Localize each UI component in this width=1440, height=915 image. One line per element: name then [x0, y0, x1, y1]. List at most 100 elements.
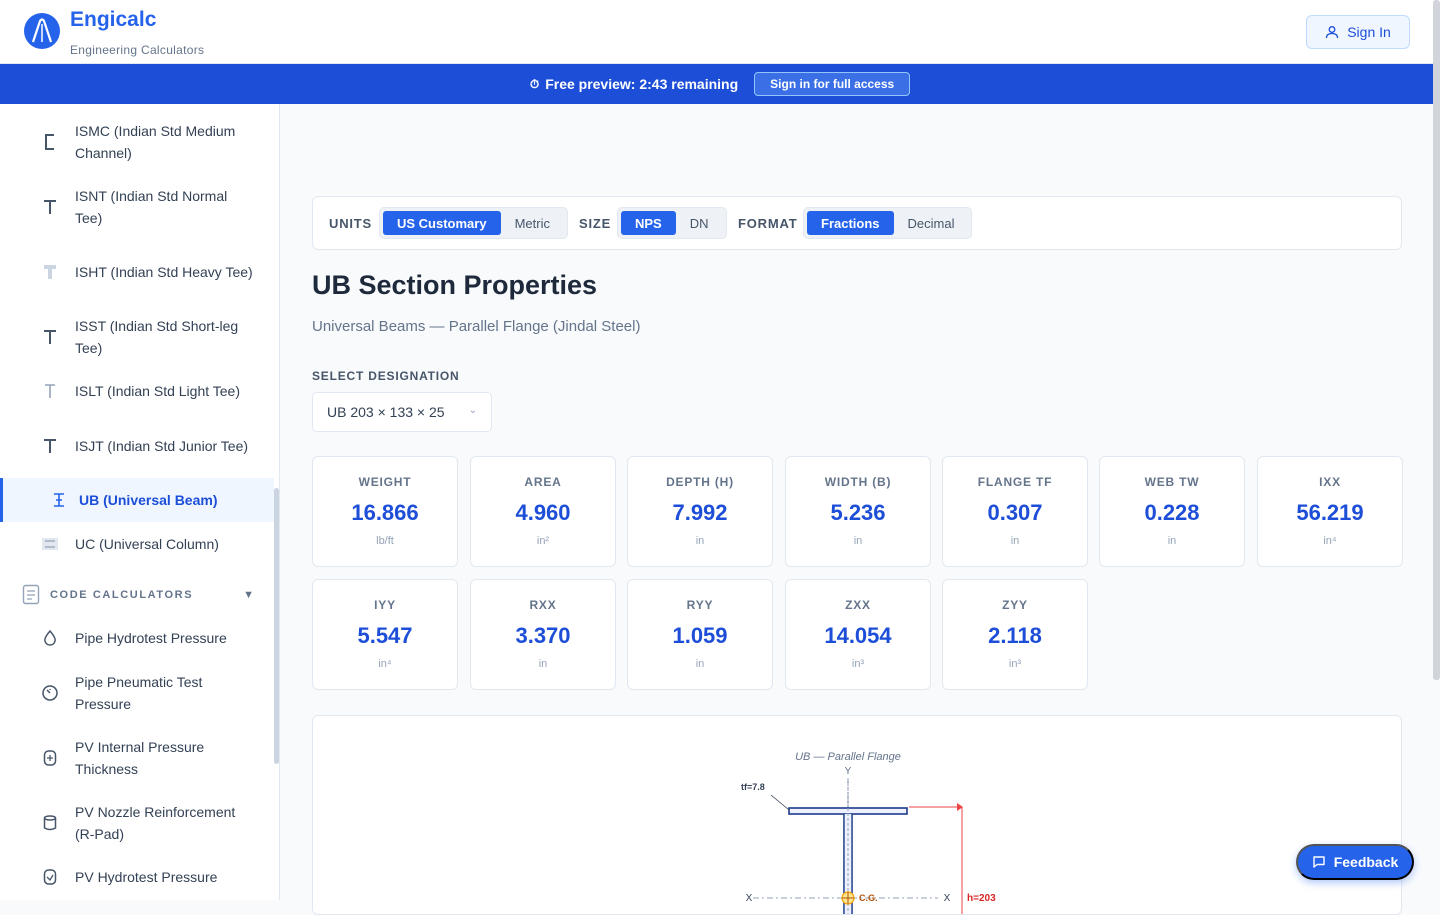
- beam-section-icon: [49, 490, 69, 510]
- property-unit: in³: [851, 658, 865, 670]
- sidebar-item-pv-hydrotest[interactable]: PV Hydrotest Pressure: [0, 865, 274, 889]
- units-option-metric[interactable]: Metric: [501, 211, 564, 235]
- main-content: UNITS US Customary Metric SIZE NPS DN FO…: [280, 104, 1440, 915]
- units-option-us[interactable]: US Customary: [383, 211, 501, 235]
- flange-thickness-leader: [770, 794, 790, 811]
- sign-in-button[interactable]: Sign In: [1306, 15, 1410, 49]
- property-value: 4.960: [515, 500, 571, 525]
- property-unit: in³: [1008, 658, 1022, 670]
- units-toggle: US Customary Metric: [379, 207, 568, 239]
- diagram-caption: UB — Parallel Flange: [795, 751, 901, 763]
- chevron-down-icon: ⌄: [468, 405, 477, 416]
- designation-value: UB 203 × 133 × 25: [327, 404, 445, 420]
- property-value: 1.059: [672, 623, 728, 648]
- preview-banner: ⏱ Free preview: 2:43 remaining Sign in f…: [0, 64, 1440, 104]
- size-label: SIZE: [579, 216, 612, 231]
- feedback-label: Feedback: [1333, 854, 1399, 870]
- sidebar-item-label: ISNT (Indian Std Normal Tee): [75, 187, 228, 227]
- property-unit: in⁴: [1323, 535, 1337, 547]
- vessel-icon: [40, 867, 60, 887]
- property-card-depth: DEPTH (H) 7.992 in: [627, 456, 773, 567]
- property-card-zxx: ZXX 14.054 in³: [785, 579, 931, 690]
- sidebar-item-label: ISST (Indian Std Short-leg Tee): [75, 317, 239, 357]
- sidebar-item-label: Pipe Pneumatic Test Pressure: [75, 673, 203, 713]
- sidebar-item-label: PV Hydrotest Pressure: [75, 868, 218, 885]
- sidebar-item-isht[interactable]: ISHT (Indian Std Heavy Tee): [0, 248, 274, 296]
- property-key: ZXX: [845, 598, 871, 612]
- property-value: 16.866: [351, 500, 419, 525]
- sidebar-item-pv-nozzle[interactable]: PV Nozzle Reinforcement (R-Pad): [0, 799, 274, 847]
- size-option-nps[interactable]: NPS: [621, 211, 676, 235]
- tee-section-icon: [40, 327, 60, 347]
- property-card-rxx: RXX 3.370 in: [470, 579, 616, 690]
- options-toolbar: UNITS US Customary Metric SIZE NPS DN FO…: [312, 196, 1402, 250]
- size-option-dn[interactable]: DN: [676, 211, 723, 235]
- chevron-down-icon: ▼: [243, 589, 254, 601]
- designation-select[interactable]: UB 203 × 133 × 25 ⌄: [312, 392, 492, 432]
- property-unit: in⁴: [378, 658, 392, 670]
- sign-in-label: Sign In: [1347, 24, 1391, 40]
- property-unit: in: [538, 658, 548, 670]
- property-value: 5.236: [830, 500, 886, 525]
- sidebar-scrollbar[interactable]: [274, 488, 279, 764]
- sidebar-item-label: UC (Universal Column): [75, 535, 219, 552]
- page-scrollbar[interactable]: [1433, 0, 1440, 680]
- sidebar-item-pipe-hydrotest[interactable]: Pipe Hydrotest Pressure: [0, 626, 274, 650]
- section-diagram: UB — Parallel Flange Y X X tf=7.8 h=203 …: [741, 751, 996, 914]
- property-card-area: AREA 4.960 in²: [470, 456, 616, 567]
- sidebar-item-islt[interactable]: ISLT (Indian Std Light Tee): [0, 379, 274, 403]
- sidebar-item-isst[interactable]: ISST (Indian Std Short-leg Tee): [0, 313, 274, 361]
- code-calculators-section[interactable]: CODE CALCULATORS ▼: [20, 582, 260, 608]
- sidebar-item-ismc[interactable]: ISMC (Indian Std Medium Channel): [0, 118, 274, 166]
- property-value: 0.228: [1144, 500, 1200, 525]
- tee-section-icon: [40, 436, 60, 456]
- property-value: 0.307: [987, 500, 1043, 525]
- x-axis-label-left: X: [746, 893, 753, 904]
- format-option-decimal[interactable]: Decimal: [894, 211, 969, 235]
- tee-section-icon: [40, 262, 60, 282]
- channel-section-icon: [40, 132, 60, 152]
- property-value: 2.118: [988, 623, 1042, 648]
- sidebar-item-pv-internal[interactable]: PV Internal Pressure Thickness: [0, 734, 274, 782]
- sidebar-item-uc[interactable]: UC (Universal Column): [0, 532, 274, 556]
- gauge-icon: [40, 683, 60, 703]
- app-name[interactable]: Engicalc: [70, 8, 156, 32]
- format-option-fractions[interactable]: Fractions: [807, 211, 894, 235]
- sidebar-item-ub[interactable]: UB (Universal Beam): [0, 478, 274, 522]
- sidebar-item-pipe-pneumatic[interactable]: Pipe Pneumatic Test Pressure: [0, 669, 274, 717]
- property-unit: in: [853, 535, 863, 547]
- preview-countdown: Free preview: 2:43 remaining: [545, 76, 739, 92]
- user-icon: [1326, 26, 1339, 39]
- property-key: DEPTH (H): [666, 475, 734, 489]
- page-title: UB Section Properties: [312, 270, 598, 300]
- property-key: ZYY: [1002, 598, 1028, 612]
- property-unit: lb/ft: [376, 535, 394, 547]
- property-card-ryy: RYY 1.059 in: [627, 579, 773, 690]
- property-key: RXX: [529, 598, 557, 612]
- engicalc-logo-icon[interactable]: [24, 13, 60, 49]
- flange-thickness-label: tf=7.8: [741, 782, 765, 792]
- format-label: FORMAT: [738, 216, 798, 231]
- property-key: WIDTH (B): [824, 475, 892, 489]
- property-card-zyy: ZYY 2.118 in³: [942, 579, 1088, 690]
- property-key: FLANGE TF: [977, 475, 1053, 489]
- top-header: Engicalc Engineering Calculators Sign In: [0, 0, 1440, 64]
- chat-bubble-icon: [1313, 856, 1325, 868]
- sidebar-item-label: PV Internal Pressure Thickness: [75, 738, 205, 778]
- sidebar: ISMC (Indian Std Medium Channel) ISNT (I…: [0, 104, 280, 900]
- sidebar-item-isnt[interactable]: ISNT (Indian Std Normal Tee): [0, 183, 274, 231]
- property-value: 7.992: [672, 500, 728, 525]
- section-diagram-panel: UB — Parallel Flange Y X X tf=7.8 h=203 …: [312, 715, 1402, 915]
- document-icon: [22, 584, 40, 610]
- tee-section-icon: [40, 381, 60, 401]
- property-value: 3.370: [515, 623, 571, 648]
- property-key: IXX: [1319, 475, 1341, 489]
- sidebar-item-label: ISLT (Indian Std Light Tee): [75, 382, 240, 399]
- sidebar-item-label: ISMC (Indian Std Medium Channel): [75, 122, 236, 162]
- sidebar-item-isjt[interactable]: ISJT (Indian Std Junior Tee): [0, 422, 274, 470]
- property-value: 14.054: [824, 623, 892, 648]
- property-card-weight: WEIGHT 16.866 lb/ft: [312, 456, 458, 567]
- full-access-button[interactable]: Sign in for full access: [754, 72, 911, 96]
- feedback-button[interactable]: Feedback: [1296, 844, 1414, 880]
- x-axis-label-right: X: [944, 893, 951, 904]
